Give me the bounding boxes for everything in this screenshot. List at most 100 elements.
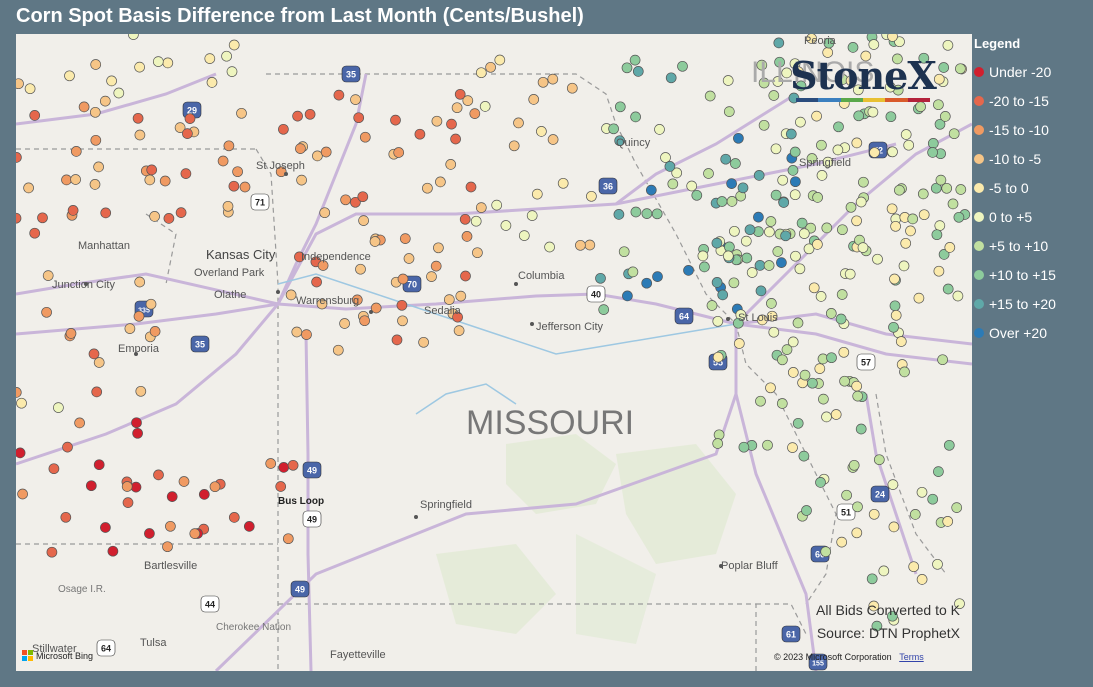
bid-marker[interactable] xyxy=(65,328,77,339)
bid-marker[interactable] xyxy=(163,213,175,224)
bid-marker[interactable] xyxy=(686,180,698,192)
bid-marker[interactable] xyxy=(851,215,862,227)
bid-marker[interactable] xyxy=(729,225,740,237)
bid-marker[interactable] xyxy=(60,511,72,523)
bid-marker[interactable] xyxy=(90,134,102,146)
bid-marker[interactable] xyxy=(453,325,465,336)
bid-marker[interactable] xyxy=(894,184,905,196)
bid-marker[interactable] xyxy=(799,369,811,381)
bid-marker[interactable] xyxy=(815,291,827,302)
bid-marker[interactable] xyxy=(770,143,782,155)
bid-marker[interactable] xyxy=(944,242,956,253)
bid-marker[interactable] xyxy=(683,265,694,276)
bid-marker[interactable] xyxy=(665,72,677,84)
bid-marker[interactable] xyxy=(778,197,790,208)
bid-marker[interactable] xyxy=(204,53,216,64)
bid-marker[interactable] xyxy=(927,493,939,505)
bid-marker[interactable] xyxy=(146,164,158,176)
bid-marker[interactable] xyxy=(536,126,547,137)
bid-marker[interactable] xyxy=(403,253,415,264)
bid-marker[interactable] xyxy=(855,196,867,208)
bid-marker[interactable] xyxy=(768,90,780,101)
bid-marker[interactable] xyxy=(776,257,787,268)
bid-marker[interactable] xyxy=(887,479,899,490)
bid-marker[interactable] xyxy=(296,174,307,186)
bid-marker[interactable] xyxy=(485,61,496,73)
bid-marker[interactable] xyxy=(765,382,776,394)
bid-marker[interactable] xyxy=(814,363,826,374)
bid-marker[interactable] xyxy=(916,486,928,498)
bid-marker[interactable] xyxy=(107,545,119,557)
bid-marker[interactable] xyxy=(479,101,491,112)
bid-marker[interactable] xyxy=(815,477,826,488)
bid-marker[interactable] xyxy=(319,207,331,219)
bid-marker[interactable] xyxy=(706,300,718,311)
bid-marker[interactable] xyxy=(937,354,948,366)
bid-marker[interactable] xyxy=(952,290,964,302)
bid-marker[interactable] xyxy=(29,110,41,121)
bid-marker[interactable] xyxy=(787,442,798,453)
bid-marker[interactable] xyxy=(853,110,865,122)
bid-marker[interactable] xyxy=(608,123,619,135)
bid-marker[interactable] xyxy=(180,168,192,179)
bid-marker[interactable] xyxy=(867,106,879,118)
bid-marker[interactable] xyxy=(651,208,663,220)
bid-marker[interactable] xyxy=(932,558,943,570)
bid-marker[interactable] xyxy=(851,380,863,392)
bid-marker[interactable] xyxy=(931,229,943,241)
bid-marker[interactable] xyxy=(792,417,804,429)
bid-marker[interactable] xyxy=(794,263,806,275)
bid-marker[interactable] xyxy=(340,194,351,206)
bid-marker[interactable] xyxy=(228,180,240,192)
bid-marker[interactable] xyxy=(909,509,921,520)
bid-marker[interactable] xyxy=(630,206,642,218)
bid-marker[interactable] xyxy=(852,501,863,513)
bid-marker[interactable] xyxy=(764,226,775,238)
bid-marker[interactable] xyxy=(753,170,765,181)
bid-marker[interactable] xyxy=(744,224,756,236)
bid-marker[interactable] xyxy=(942,39,954,51)
bid-marker[interactable] xyxy=(677,60,688,72)
bid-marker[interactable] xyxy=(741,252,753,264)
bid-marker[interactable] xyxy=(934,220,946,231)
bid-marker[interactable] xyxy=(134,276,146,288)
bid-marker[interactable] xyxy=(243,521,255,532)
bid-marker[interactable] xyxy=(265,458,277,469)
bid-marker[interactable] xyxy=(821,411,832,423)
bid-marker[interactable] xyxy=(90,59,102,70)
bid-marker[interactable] xyxy=(908,561,920,573)
bid-marker[interactable] xyxy=(67,205,79,216)
bid-marker[interactable] xyxy=(162,57,174,69)
bid-marker[interactable] xyxy=(773,37,785,49)
bid-marker[interactable] xyxy=(645,184,657,196)
bid-marker[interactable] xyxy=(857,242,869,253)
bid-marker[interactable] xyxy=(23,182,34,194)
bid-marker[interactable] xyxy=(858,176,869,188)
bid-marker[interactable] xyxy=(614,101,626,113)
bid-marker[interactable] xyxy=(162,541,173,553)
bid-marker[interactable] xyxy=(845,201,857,213)
bid-marker[interactable] xyxy=(149,211,160,222)
bid-marker[interactable] xyxy=(166,491,178,502)
bid-marker[interactable] xyxy=(526,210,538,221)
bid-marker[interactable] xyxy=(933,265,945,277)
bid-marker[interactable] xyxy=(943,439,955,451)
bid-marker[interactable] xyxy=(889,300,901,312)
bid-marker[interactable] xyxy=(722,250,734,262)
bid-marker[interactable] xyxy=(641,208,653,219)
bid-marker[interactable] xyxy=(426,271,437,282)
bid-marker[interactable] xyxy=(198,489,210,500)
bid-marker[interactable] xyxy=(159,175,171,187)
bid-marker[interactable] xyxy=(900,237,912,249)
bid-marker[interactable] xyxy=(780,230,791,242)
bid-marker[interactable] xyxy=(836,289,848,300)
bid-marker[interactable] xyxy=(135,385,147,397)
terms-link[interactable]: Terms xyxy=(899,652,924,662)
bid-marker[interactable] xyxy=(431,115,443,127)
bid-marker[interactable] xyxy=(816,139,827,151)
bid-marker[interactable] xyxy=(475,67,487,79)
bid-marker[interactable] xyxy=(915,101,926,113)
bid-marker[interactable] xyxy=(888,321,899,333)
bid-marker[interactable] xyxy=(716,196,728,207)
bid-marker[interactable] xyxy=(228,512,240,523)
